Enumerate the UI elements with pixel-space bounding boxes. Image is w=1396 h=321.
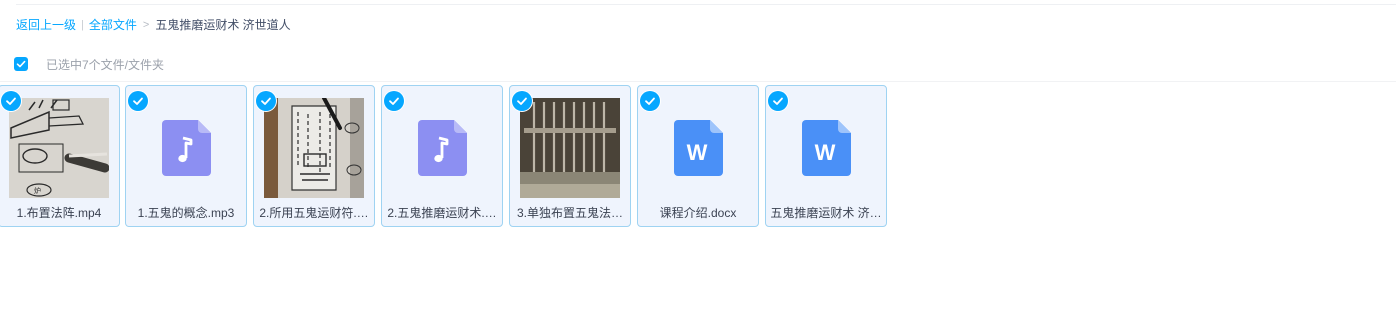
tile-selected-checkbox[interactable]	[768, 91, 788, 111]
tile-selected-checkbox[interactable]	[1, 91, 21, 111]
music-note-icon	[162, 120, 211, 176]
breadcrumb-arrow-icon: >	[142, 19, 150, 31]
file-tile[interactable]: 1.五鬼的概念.mp3	[125, 85, 247, 227]
file-icon-area: W	[776, 98, 876, 198]
svg-text:炉: 炉	[34, 186, 41, 195]
checkmark-icon	[6, 97, 16, 105]
checkmark-icon	[773, 97, 783, 105]
word-doc-icon: W	[674, 120, 723, 176]
select-all-checkbox[interactable]	[14, 57, 28, 71]
video-thumbnail: 炉	[9, 98, 109, 198]
file-name: 2.五鬼推磨运财术.…	[387, 206, 497, 220]
checkmark-icon	[16, 60, 26, 68]
tile-selected-checkbox[interactable]	[384, 91, 404, 111]
checkmark-icon	[389, 97, 399, 105]
selection-count-text: 已选中7个文件/文件夹	[46, 57, 165, 72]
tile-selected-checkbox[interactable]	[512, 91, 532, 111]
word-doc-icon: W	[802, 120, 851, 176]
music-note-icon	[418, 120, 467, 176]
checkmark-icon	[645, 97, 655, 105]
file-tile[interactable]: 2.所用五鬼运财符.…	[253, 85, 375, 227]
tile-selected-checkbox[interactable]	[128, 91, 148, 111]
checkmark-icon	[133, 97, 143, 105]
breadcrumb-current-folder: 五鬼推磨运财术 济世道人	[155, 18, 291, 32]
word-doc-glyph: W	[815, 140, 836, 165]
file-grid: 炉 1.布置法阵.mp4 1.五鬼的概念.mp3 2.所用五鬼运财符.… 2.五…	[0, 85, 1396, 229]
file-icon-area	[392, 98, 492, 198]
checkmark-icon	[517, 97, 527, 105]
breadcrumb-back-link[interactable]: 返回上一级	[16, 16, 76, 34]
file-tile[interactable]: W 课程介绍.docx	[637, 85, 759, 227]
file-name: 课程介绍.docx	[659, 206, 737, 220]
toolbar-divider	[0, 81, 1396, 82]
file-name: 1.五鬼的概念.mp3	[137, 206, 235, 220]
breadcrumb: 返回上一级 | 全部文件 > 五鬼推磨运财术 济世道人	[16, 16, 291, 34]
selection-bar: 已选中7个文件/文件夹	[14, 55, 164, 73]
video-thumbnail	[264, 98, 364, 198]
breadcrumb-separator: |	[81, 19, 84, 31]
video-thumbnail	[520, 98, 620, 198]
word-doc-glyph: W	[687, 140, 708, 165]
tile-selected-checkbox[interactable]	[640, 91, 660, 111]
breadcrumb-all-files-link[interactable]: 全部文件	[89, 16, 137, 34]
file-tile[interactable]: 3.单独布置五鬼法…	[509, 85, 631, 227]
checkmark-icon	[261, 97, 271, 105]
file-name: 1.布置法阵.mp4	[16, 206, 102, 220]
file-name: 3.单独布置五鬼法…	[516, 206, 623, 220]
file-name: 2.所用五鬼运财符.…	[259, 206, 369, 220]
top-divider	[16, 4, 1396, 5]
file-name: 五鬼推磨运财术 济…	[770, 206, 882, 220]
file-icon-area	[136, 98, 236, 198]
file-tile[interactable]: 2.五鬼推磨运财术.…	[381, 85, 503, 227]
tile-selected-checkbox[interactable]	[256, 91, 276, 111]
file-tile[interactable]: 炉 1.布置法阵.mp4	[0, 85, 120, 227]
file-icon-area: W	[648, 98, 748, 198]
file-tile[interactable]: W 五鬼推磨运财术 济…	[765, 85, 887, 227]
